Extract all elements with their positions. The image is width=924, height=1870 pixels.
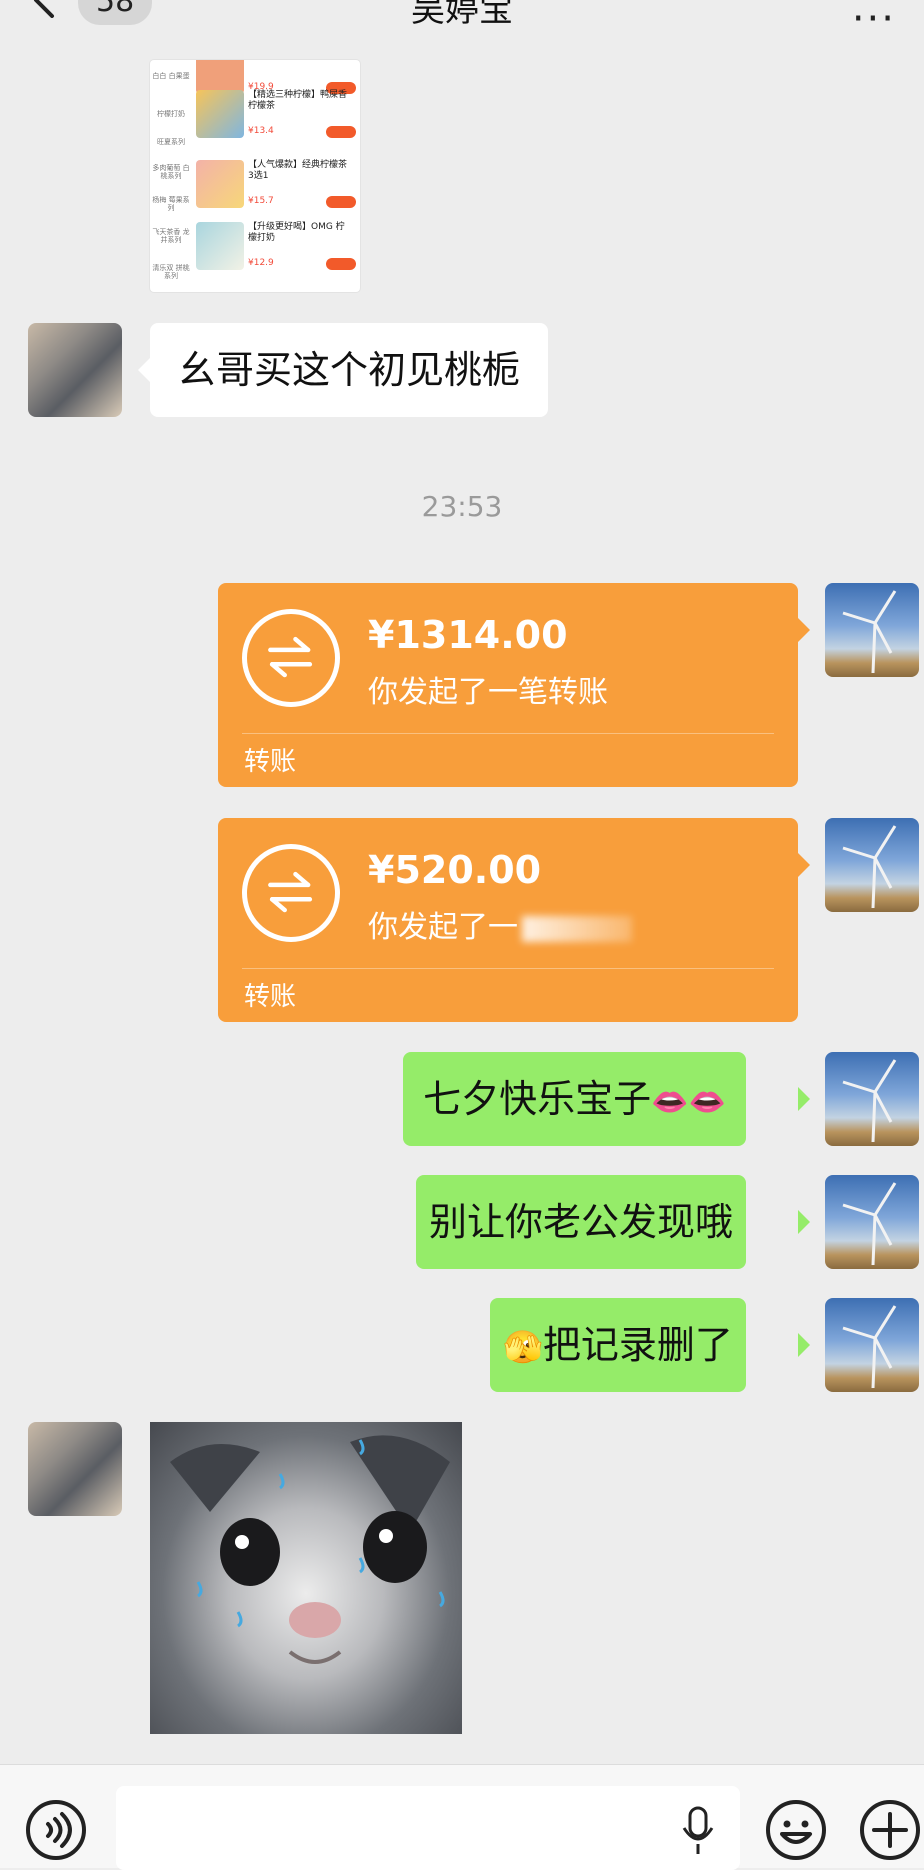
divider — [242, 733, 774, 734]
bubble-tail — [138, 358, 150, 382]
product-title: 【升级更好喝】OMG 柠檬打奶 — [248, 222, 345, 243]
menu-item: 飞天茶香 龙井系列 — [152, 228, 190, 244]
peer-avatar[interactable] — [28, 323, 122, 417]
product-title: 【人气爆款】经典柠檬茶 3选1 — [248, 160, 348, 181]
lips-emoji-icon: 👄👄 — [651, 1085, 726, 1120]
menu-item: 旺夏系列 — [157, 138, 185, 146]
product-thumbnail — [196, 222, 244, 270]
product-price: ¥12.9 — [248, 258, 274, 268]
peer-avatar[interactable] — [28, 1422, 122, 1516]
wind-turbine-icon — [842, 1182, 897, 1266]
menu-item: 清乐双 拼桃系列 — [152, 264, 190, 280]
chat-title: 吴婷宝 — [411, 0, 513, 30]
product-thumbnail — [196, 160, 244, 208]
transfer-card-1314[interactable]: ¥1314.00 你发起了一笔转账 转账 — [218, 583, 798, 787]
menu-item: 多肉葡萄 白桃系列 — [152, 164, 190, 180]
shared-image-message[interactable]: 白白 白果蛋 柠檬打奶 旺夏系列 多肉葡萄 白桃系列 杨梅 莓果系列 飞天茶香 … — [150, 60, 360, 292]
message-text: 七夕快乐宝子 — [423, 1077, 652, 1121]
message-timestamp: 23:53 — [421, 490, 503, 523]
my-message-bubble[interactable]: 🫣把记录删了 — [490, 1298, 746, 1392]
my-avatar[interactable] — [825, 1052, 919, 1146]
message-input[interactable] — [116, 1786, 740, 1870]
my-avatar[interactable] — [825, 583, 919, 677]
plus-icon[interactable] — [858, 1798, 922, 1862]
wind-turbine-icon — [842, 825, 897, 909]
bubble-tail — [798, 853, 810, 877]
bubble-tail — [798, 618, 810, 642]
wind-turbine-icon — [842, 1305, 897, 1389]
transfer-description-text: 你发起了一 — [368, 910, 518, 945]
transfer-icon — [242, 844, 340, 942]
product-thumbnail — [196, 90, 244, 138]
transfer-description: 你发起了一笔转账 — [368, 675, 608, 710]
product-add-button — [326, 196, 356, 208]
product-item: 【精选三种柠檬】鸭屎香柠檬茶 ¥13.4 — [196, 88, 356, 146]
cat-sticker-image[interactable] — [150, 1422, 462, 1734]
product-item: 【人气爆款】经典柠檬茶 3选1 ¥15.7 — [196, 158, 356, 216]
emoji-icon[interactable] — [764, 1798, 828, 1862]
message-text: 把记录删了 — [542, 1323, 733, 1367]
microphone-icon[interactable] — [680, 1806, 716, 1856]
product-add-button — [326, 258, 356, 270]
voice-icon[interactable] — [24, 1798, 88, 1862]
peer-message-bubble[interactable]: 幺哥买这个初见桃栀 — [150, 323, 549, 417]
divider — [242, 968, 774, 969]
transfer-card-520[interactable]: ¥520.00 你发起了一 转账 — [218, 818, 798, 1022]
transfer-label: 转账 — [244, 747, 297, 777]
product-price: ¥15.7 — [248, 196, 274, 206]
my-avatar[interactable] — [825, 1175, 919, 1269]
product-price: ¥13.4 — [248, 126, 274, 136]
my-avatar[interactable] — [825, 1298, 919, 1392]
cat-face-icon — [170, 1435, 450, 1664]
wind-turbine-icon — [842, 590, 897, 674]
bubble-tail — [798, 1333, 810, 1357]
more-icon[interactable]: ··· — [852, 0, 896, 42]
product-title: 【精选三种柠檬】鸭屎香柠檬茶 — [248, 90, 348, 111]
menu-item: 杨梅 莓果系列 — [152, 196, 190, 212]
transfer-description: 你发起了一 — [368, 902, 632, 946]
peek-emoji-icon: 🫣 — [503, 1328, 543, 1366]
my-message-bubble[interactable]: 七夕快乐宝子👄👄 — [403, 1052, 746, 1146]
shared-image-menu: 白白 白果蛋 柠檬打奶 旺夏系列 多肉葡萄 白桃系列 杨梅 莓果系列 飞天茶香 … — [150, 60, 190, 292]
product-add-button — [326, 126, 356, 138]
wind-turbine-icon — [842, 1059, 897, 1143]
my-avatar[interactable] — [825, 818, 919, 912]
transfer-amount: ¥520.00 — [368, 848, 542, 892]
transfer-label: 转账 — [244, 982, 297, 1012]
blurred-text — [522, 915, 632, 942]
bubble-tail — [798, 1210, 810, 1234]
my-message-bubble[interactable]: 别让你老公发现哦 — [416, 1175, 746, 1269]
menu-item: 白白 白果蛋 — [152, 72, 190, 80]
transfer-amount: ¥1314.00 — [368, 613, 568, 657]
transfer-icon — [242, 609, 340, 707]
product-item: 【升级更好喝】OMG 柠檬打奶 ¥12.9 — [196, 220, 356, 278]
bubble-tail — [798, 1087, 810, 1111]
menu-item: 柠檬打奶 — [157, 110, 185, 118]
